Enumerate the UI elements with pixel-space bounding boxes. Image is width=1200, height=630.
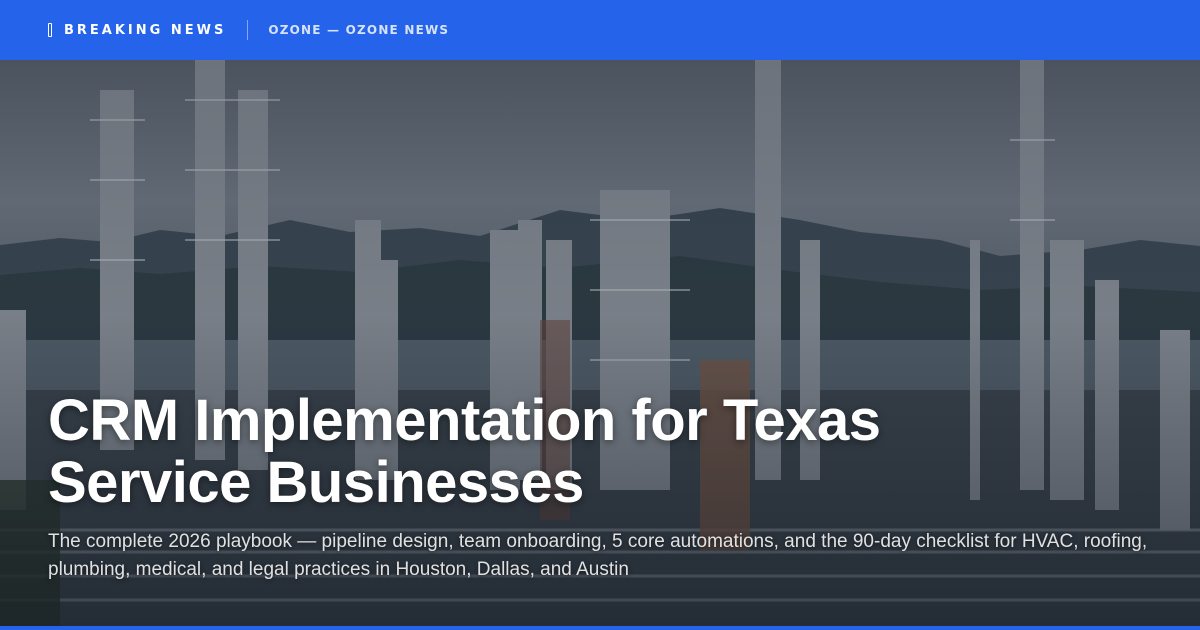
bottom-accent-bar bbox=[0, 626, 1200, 630]
article-title: CRM Implementation for Texas Service Bus… bbox=[48, 388, 881, 515]
publisher-label: OZONE — OZONE NEWS bbox=[268, 23, 450, 37]
breaking-news-label: BREAKING NEWS bbox=[64, 22, 227, 38]
bar-icon bbox=[48, 23, 52, 37]
article-subtitle: The complete 2026 playbook — pipeline de… bbox=[48, 531, 1148, 580]
header-divider bbox=[247, 20, 249, 40]
top-bar: BREAKING NEWS OZONE — OZONE NEWS bbox=[0, 0, 1200, 60]
